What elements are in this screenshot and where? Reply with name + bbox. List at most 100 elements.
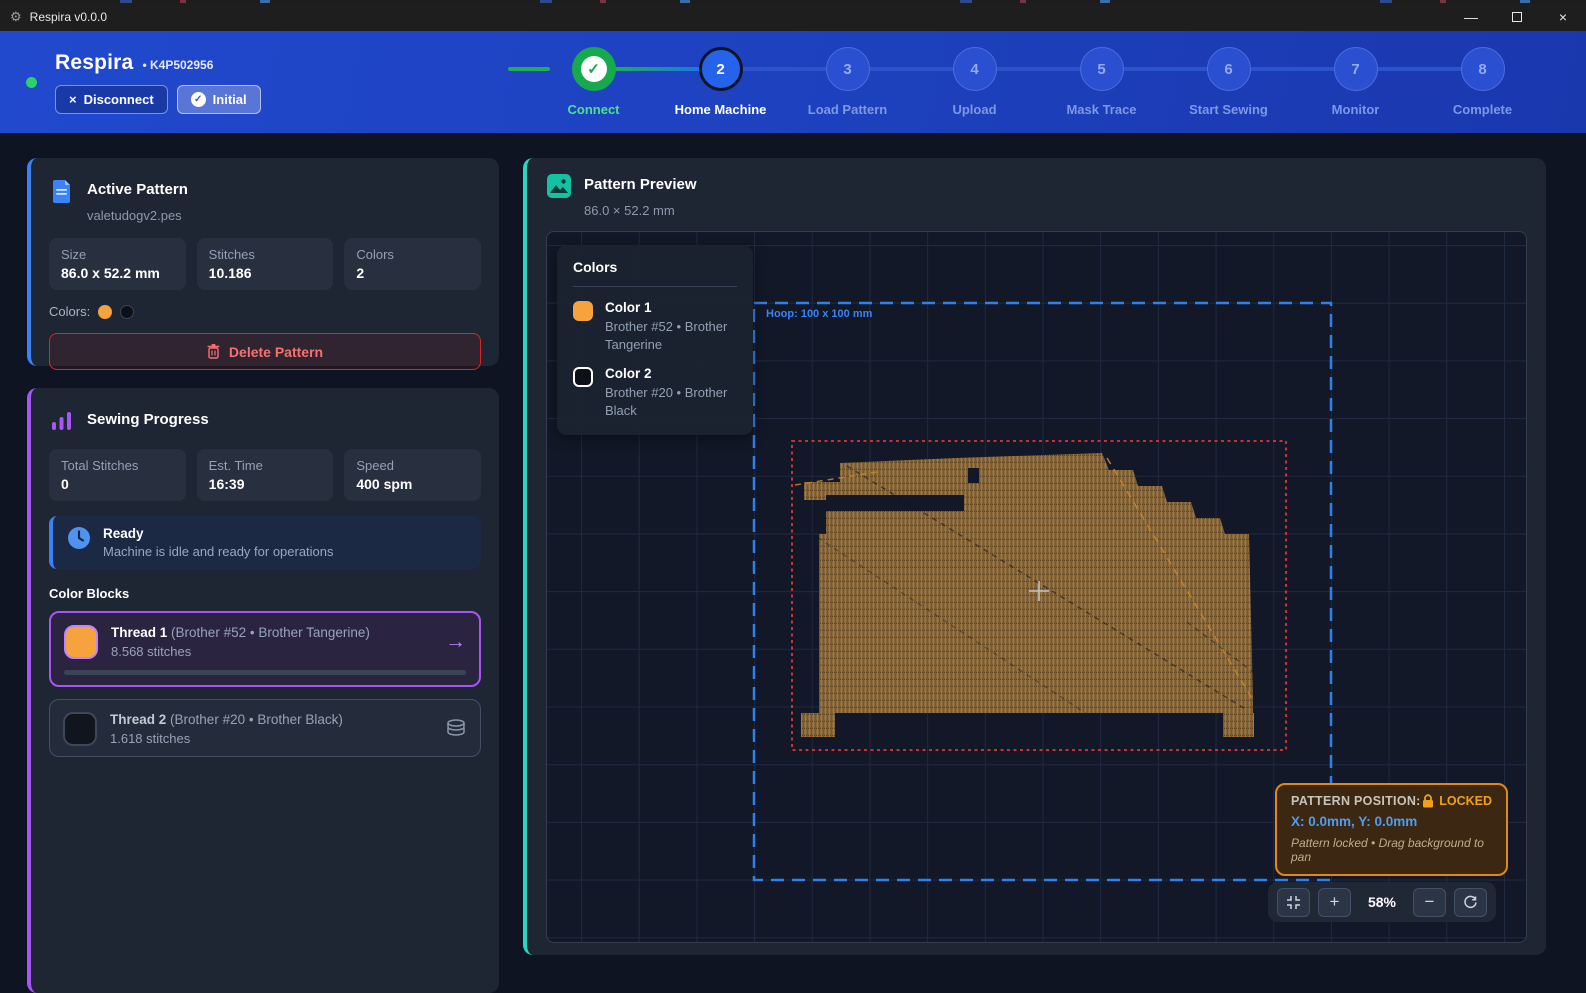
initial-label: Initial (213, 92, 247, 107)
thread-stitch-count: 8.568 stitches (111, 644, 432, 659)
thread-1-swatch (64, 625, 98, 659)
step-load-pattern: 3 Load Pattern (784, 47, 911, 117)
step-start-sewing: 6 Start Sewing (1165, 47, 1292, 117)
step-home-machine: 2 Home Machine (657, 47, 784, 117)
pattern-coordinates: X: 0.0mm, Y: 0.0mm (1291, 814, 1492, 829)
stepper-line (614, 67, 701, 71)
stat-speed: Speed 400 spm (344, 449, 481, 501)
active-pattern-title: Active Pattern (87, 178, 481, 198)
color-swatch-orange (98, 305, 112, 319)
stepper-line (868, 67, 955, 71)
thread-2-row[interactable]: Thread 2 (Brother #20 • Brother Black) 1… (49, 699, 481, 757)
step-label: Complete (1453, 102, 1512, 117)
stat-label: Colors (356, 247, 469, 262)
close-button[interactable]: × (1540, 3, 1586, 31)
legend-color-detail: Brother #20 • Brother Black (605, 384, 737, 419)
step-mask-trace: 5 Mask Trace (1038, 47, 1165, 117)
fit-to-view-button[interactable] (1277, 888, 1310, 917)
zoom-controls: + 58% − (1268, 882, 1496, 922)
pattern-filename: valetudogv2.pes (87, 208, 481, 223)
pattern-preview-card: Pattern Preview 86.0 × 52.2 mm (523, 158, 1546, 955)
initial-button[interactable]: ✓ Initial (177, 85, 261, 114)
step-label: Upload (952, 102, 996, 117)
step-complete: 8 Complete (1419, 47, 1546, 117)
stitch-body (804, 453, 1253, 713)
legend-color-name: Color 2 (605, 366, 737, 381)
app-header: Respira • K4P502956 × Disconnect ✓ Initi… (0, 31, 1586, 133)
step-label: Mask Trace (1066, 102, 1136, 117)
stepper-line (1249, 67, 1336, 71)
stat-value: 16:39 (209, 476, 322, 492)
reset-view-button[interactable] (1454, 888, 1487, 917)
stepper-line (1376, 67, 1463, 71)
file-icon (49, 178, 75, 204)
stitch-foot-left (801, 713, 835, 737)
step-connect: ✓ Connect (530, 47, 657, 117)
trash-icon (207, 344, 220, 359)
stepper-line (508, 67, 550, 71)
stat-label: Speed (356, 458, 469, 473)
stitch-notch (968, 468, 979, 483)
pattern-position-overlay: PATTERN POSITION: LOCKED X: 0.0mm, Y: 0.… (1275, 783, 1508, 876)
legend-color-name: Color 1 (605, 300, 737, 315)
app-name: Respira (55, 51, 133, 75)
preview-canvas[interactable]: Hoop: 100 x 100 mm Colors Color 1 Brothe… (546, 231, 1527, 943)
stat-value: 86.0 x 52.2 mm (61, 265, 174, 281)
lock-icon (1422, 794, 1434, 808)
titlebar[interactable]: ⚙ Respira v0.0.0 — × (0, 3, 1586, 31)
legend-item-color-2: Color 2 Brother #20 • Brother Black (573, 366, 737, 419)
step-connect-circle[interactable]: ✓ (572, 47, 616, 91)
maximize-button[interactable] (1494, 3, 1540, 31)
thread-name: Thread 1 (111, 625, 167, 640)
delete-pattern-label: Delete Pattern (229, 344, 323, 360)
check-icon: ✓ (581, 56, 607, 82)
step-label: Home Machine (675, 102, 767, 117)
step-label: Load Pattern (808, 102, 887, 117)
legend-color-detail: Brother #52 • Brother Tangerine (605, 318, 737, 353)
step-monitor: 7 Monitor (1292, 47, 1419, 117)
zoom-level: 58% (1359, 894, 1405, 910)
sewing-progress-title: Sewing Progress (87, 408, 209, 434)
step-upload: 4 Upload (911, 47, 1038, 117)
stat-label: Total Stitches (61, 458, 174, 473)
legend-swatch-orange (573, 301, 593, 321)
thread-detail: (Brother #52 • Brother Tangerine) (171, 625, 370, 640)
clock-icon (67, 526, 91, 550)
stat-label: Est. Time (209, 458, 322, 473)
machine-status-banner: Ready Machine is idle and ready for oper… (49, 516, 481, 569)
stat-colors: Colors 2 (344, 238, 481, 290)
app-icon: ⚙ (10, 9, 22, 25)
thread-detail: (Brother #20 • Brother Black) (170, 712, 343, 727)
stat-est-time: Est. Time 16:39 (197, 449, 334, 501)
step-load-pattern-circle[interactable]: 3 (826, 47, 870, 91)
stitch-notch (826, 495, 964, 511)
check-circle-icon: ✓ (191, 92, 206, 107)
minimize-button[interactable]: — (1448, 3, 1494, 31)
zoom-out-button[interactable]: − (1413, 888, 1446, 917)
status-text: Machine is idle and ready for operations (103, 544, 334, 559)
legend-item-color-1: Color 1 Brother #52 • Brother Tangerine (573, 300, 737, 353)
thread-1-row[interactable]: Thread 1 (Brother #52 • Brother Tangerin… (49, 611, 481, 687)
lock-toggle[interactable]: LOCKED (1422, 794, 1492, 808)
legend-divider (573, 286, 737, 287)
step-complete-circle[interactable]: 8 (1461, 47, 1505, 91)
arrow-right-icon: → (445, 630, 466, 654)
disconnect-button[interactable]: × Disconnect (55, 85, 168, 114)
step-monitor-circle[interactable]: 7 (1334, 47, 1378, 91)
connection-status-dot (26, 77, 37, 88)
step-mask-trace-circle[interactable]: 5 (1080, 47, 1124, 91)
step-upload-circle[interactable]: 4 (953, 47, 997, 91)
step-label: Connect (568, 102, 620, 117)
step-home-machine-circle[interactable]: 2 (699, 47, 743, 91)
sewing-progress-card: Sewing Progress Total Stitches 0 Est. Ti… (27, 388, 499, 993)
stat-value: 0 (61, 476, 174, 492)
stat-value: 2 (356, 265, 469, 281)
status-title: Ready (103, 526, 334, 541)
step-label: Start Sewing (1189, 102, 1268, 117)
step-start-sewing-circle[interactable]: 6 (1207, 47, 1251, 91)
colors-legend: Colors Color 1 Brother #52 • Brother Tan… (557, 245, 753, 435)
zoom-in-button[interactable]: + (1318, 888, 1351, 917)
bar-chart-icon (49, 408, 75, 434)
pan-hint: Pattern locked • Drag background to pan (1291, 836, 1492, 864)
delete-pattern-button[interactable]: Delete Pattern (49, 333, 481, 370)
